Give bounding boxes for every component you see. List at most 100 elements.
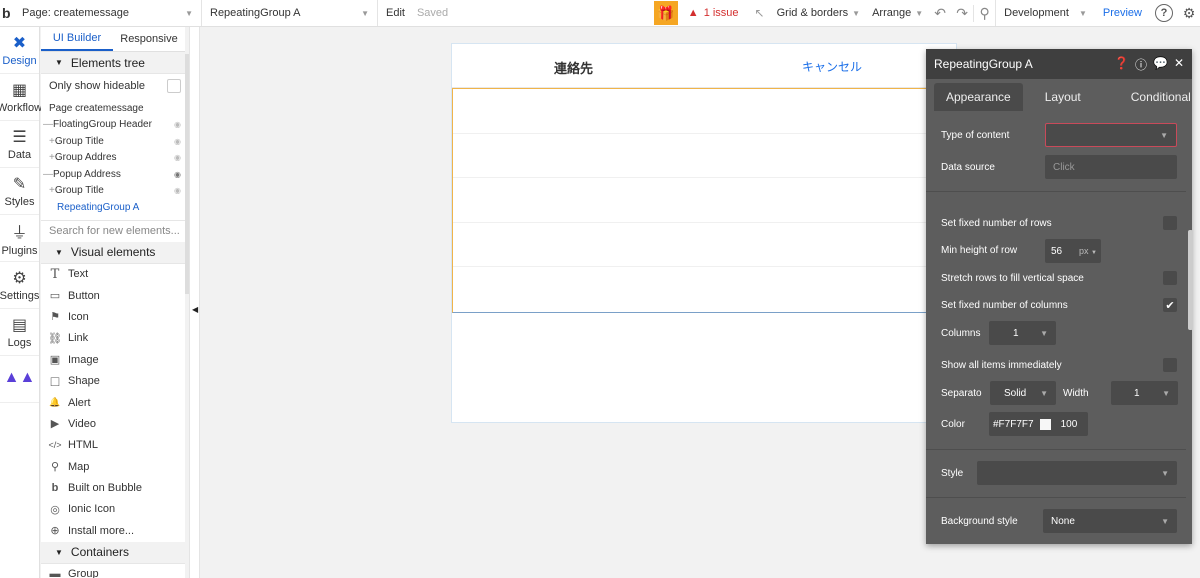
color-swatch[interactable] [1039,418,1051,430]
element-ionic-icon[interactable]: ◎ Ionic Icon [41,499,185,520]
floating-group-header[interactable]: 連絡先 キャンセル [452,44,958,88]
comment-icon[interactable]: 💬 [1153,56,1168,73]
elements-tree-header[interactable]: ▼ Elements tree [41,52,185,74]
element-alert[interactable]: 🔔 Alert [41,392,185,413]
color-picker[interactable]: #F7F7F7 100 [989,412,1088,436]
nav-design[interactable]: ✖ Design [0,27,39,74]
settings-gear-icon[interactable]: ⚙ [1178,5,1200,22]
visual-elements-header[interactable]: ▼ Visual elements [41,241,185,264]
element-html[interactable]: </> HTML [41,435,185,456]
undo-icon[interactable]: ↶ [929,5,951,22]
only-show-hideable-checkbox[interactable] [167,79,181,93]
flag-icon: ⚑ [50,311,60,324]
repeating-group-row[interactable] [453,134,957,178]
unit-select[interactable]: px ▼ [1079,246,1097,256]
element-text[interactable]: T Text [41,264,185,285]
property-editor-scrollbar[interactable] [1188,230,1193,330]
bubble-logo[interactable]: b [2,5,12,21]
eye-icon[interactable]: ◉ [174,120,181,129]
stretch-rows-checkbox[interactable] [1163,271,1177,285]
tree-item[interactable]: +Group Title ◉ [41,183,185,200]
tree-item-selected[interactable]: RepeatingGroup A [41,199,185,216]
page-selector[interactable]: Page: createmessage ▼ [18,0,202,26]
fixed-columns-checkbox[interactable]: ✔ [1163,298,1177,312]
page-canvas[interactable]: 連絡先 キャンセル [451,43,958,423]
saved-status: Saved [416,7,449,19]
element-video[interactable]: ▶ Video [41,413,185,434]
element-map[interactable]: ⚲ Map [41,456,185,477]
element-image[interactable]: ▣ Image [41,349,185,370]
style-dropdown[interactable]: ▼ [977,461,1177,485]
element-group[interactable]: ▬ Group [41,564,185,578]
eye-icon[interactable]: ◉ [174,153,181,162]
element-built-on-bubble[interactable]: b Built on Bubble [41,477,185,498]
tab-responsive[interactable]: Responsive [113,27,185,51]
columns-dropdown[interactable]: 1 ▼ [989,321,1056,345]
nav-logs[interactable]: ▤ Logs [0,309,39,356]
property-editor-header[interactable]: RepeatingGroup A ❓ ⓘ 💬 ✕ [926,49,1192,79]
preview-button[interactable]: Preview [1095,7,1150,19]
nav-bubble-logo[interactable]: ▲▲ [0,356,39,403]
repeating-group-row[interactable] [453,223,957,267]
tab-appearance[interactable]: Appearance [934,83,1023,111]
collapse-icon[interactable]: — [43,119,53,130]
nav-workflow[interactable]: ▦ Workflow [0,74,42,121]
environment-selector[interactable]: Development ▼ [995,0,1095,26]
panel-collapse-handle[interactable]: ◀ [189,27,200,578]
fixed-rows-checkbox[interactable] [1163,216,1177,230]
eye-icon[interactable]: ◉ [174,170,181,179]
repeating-group-row[interactable] [453,178,957,223]
element-icon[interactable]: ⚑ Icon [41,306,185,327]
tree-item[interactable]: —FloatingGroup Header ◉ [41,117,185,134]
help-icon[interactable]: ❓ [1114,56,1129,73]
collapse-arrow-icon[interactable]: ◀ [192,305,198,314]
edit-button[interactable]: Edit [378,7,413,19]
page-title[interactable]: 連絡先 [554,58,593,77]
element-button[interactable]: ▭ Button [41,285,185,306]
show-all-checkbox[interactable] [1163,358,1177,372]
info-icon[interactable]: ⓘ [1135,56,1147,73]
tab-ui-builder[interactable]: UI Builder [41,27,113,51]
tree-item[interactable]: +Group Addres ◉ [41,150,185,167]
grid-borders-menu[interactable]: ↖ Grid & borders ▼ [749,0,867,26]
width-dropdown[interactable]: 1 ▼ [1111,381,1178,405]
arrange-menu[interactable]: Arrange ▼ [866,0,929,26]
tree-item[interactable]: +Group Title ◉ [41,133,185,150]
min-height-input[interactable]: 56 px ▼ [1045,239,1101,263]
shape-icon: □ [50,373,60,390]
color-opacity[interactable]: 100 [1057,419,1078,430]
tree-item[interactable]: —Popup Address ◉ [41,166,185,183]
cancel-link[interactable]: キャンセル [802,58,862,75]
nav-plugins[interactable]: ⏚ Plugins [0,215,39,262]
gift-icon[interactable]: 🎁 [653,1,678,25]
appearance-panel: Type of content ▼ Data source Click Set … [926,111,1186,544]
property-editor-actions: ❓ ⓘ 💬 ✕ [1114,56,1184,73]
repeating-group[interactable] [452,88,958,313]
repeating-group-row[interactable] [453,89,957,134]
nav-settings[interactable]: ⚙ Settings [0,262,39,309]
issues-button[interactable]: ▲ 1 issue [684,7,749,19]
install-more-link[interactable]: ⊕ Install more... [41,520,185,541]
close-icon[interactable]: ✕ [1174,56,1184,73]
containers-header[interactable]: ▼ Containers [41,541,185,564]
redo-icon[interactable]: ↷ [951,5,973,22]
data-source-field[interactable]: Click [1045,155,1177,179]
element-link[interactable]: ⛓ Link [41,328,185,349]
tab-conditional[interactable]: Conditional [1119,83,1200,111]
tree-item[interactable]: Page createmessage [41,100,185,117]
element-search-input[interactable]: Search for new elements... [41,219,185,242]
tab-layout[interactable]: Layout [1033,83,1093,111]
help-icon[interactable]: ? [1155,4,1173,22]
element-selector[interactable]: RepeatingGroup A ▼ [202,0,378,26]
database-icon: ☰ [12,129,27,146]
eye-icon[interactable]: ◉ [174,137,181,146]
search-icon[interactable]: ⚲ [973,4,995,22]
element-shape[interactable]: □ Shape [41,370,185,391]
nav-styles[interactable]: ✎ Styles [0,168,39,215]
nav-data[interactable]: ☰ Data [0,121,39,168]
background-style-dropdown[interactable]: None ▼ [1043,509,1177,533]
collapse-icon[interactable]: — [43,169,53,180]
separator-dropdown[interactable]: Solid ▼ [990,381,1056,405]
type-of-content-dropdown[interactable]: ▼ [1045,123,1177,147]
eye-icon[interactable]: ◉ [174,186,181,195]
